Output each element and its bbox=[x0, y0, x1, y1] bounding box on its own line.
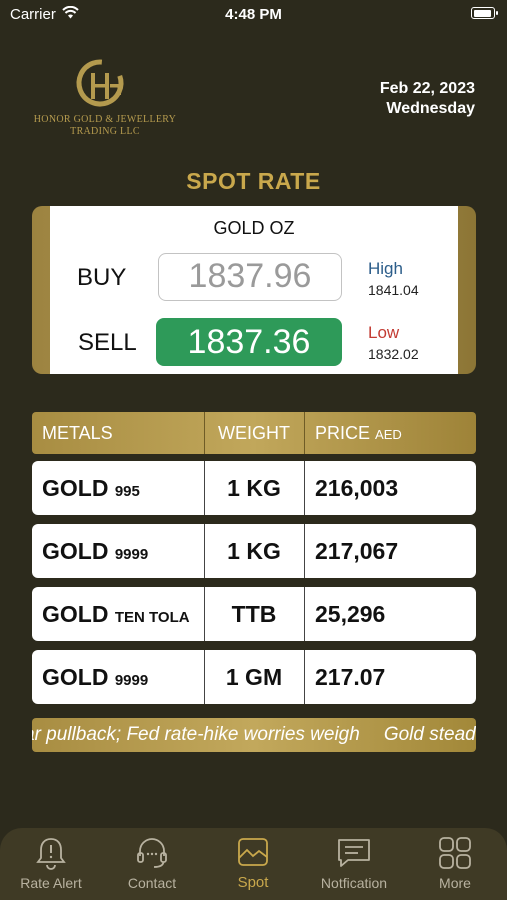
weight-cell: TTB bbox=[231, 601, 277, 627]
metal-purity: 9999 bbox=[114, 672, 149, 689]
tab-label: Notfication bbox=[320, 875, 388, 891]
metal-cell: GOLD 9999 bbox=[42, 650, 148, 704]
header-price-unit: AED bbox=[375, 427, 402, 442]
company-logo: HONOR GOLD & JEWELLERY TRADING LLC bbox=[30, 55, 180, 140]
headset-icon bbox=[137, 838, 167, 868]
spot-rate-card: GOLD OZ BUY 1837.96 SELL 1837.36 High 18… bbox=[32, 206, 476, 374]
header-price-label: PRICE bbox=[315, 423, 371, 443]
table-row: GOLD 9999 1 GM 217.07 bbox=[32, 650, 476, 704]
header-metals: METALS bbox=[42, 423, 113, 443]
low-value: 1832.02 bbox=[368, 346, 419, 362]
alert-icon bbox=[36, 838, 66, 870]
status-bar: Carrier 4:48 PM bbox=[0, 0, 507, 28]
metal-purity: 995 bbox=[114, 483, 140, 500]
grid-icon bbox=[439, 837, 471, 869]
bottom-tab-bar: Rate Alert Contact Spot Notfication More bbox=[0, 828, 507, 900]
sell-rate: 1837.36 bbox=[156, 318, 342, 366]
weight-cell: 1 KG bbox=[227, 475, 281, 501]
price-cell: 216,003 bbox=[315, 475, 399, 501]
metal-name: GOLD bbox=[42, 601, 109, 627]
message-icon bbox=[338, 839, 370, 867]
header-weight: WEIGHT bbox=[218, 423, 290, 443]
metal-name: GOLD bbox=[42, 475, 109, 501]
metal-name: GOLD bbox=[42, 538, 109, 564]
metal-name: GOLD bbox=[42, 664, 109, 690]
tab-label: Rate Alert bbox=[20, 875, 82, 891]
metal-cell: GOLD 995 bbox=[42, 461, 140, 515]
metal-purity: 9999 bbox=[114, 546, 149, 563]
price-cell: 217,067 bbox=[315, 538, 399, 564]
tab-rate-alert[interactable]: Rate Alert bbox=[1, 828, 101, 900]
high-label: High bbox=[368, 259, 403, 278]
ticker-item: Gold stead bbox=[383, 724, 476, 745]
spot-rate-title: SPOT RATE bbox=[186, 168, 321, 194]
tab-label: Spot bbox=[237, 874, 269, 891]
header-price: PRICE AED bbox=[315, 412, 402, 454]
date-day: Feb 22, 2023 bbox=[379, 80, 475, 97]
tab-more[interactable]: More bbox=[405, 828, 505, 900]
metal-purity: TEN TOLA bbox=[114, 609, 190, 626]
table-row: GOLD 995 1 KG 216,003 bbox=[32, 461, 476, 515]
buy-rate: 1837.96 bbox=[158, 253, 342, 301]
ticker-text: ar pullback; Fed rate-hike worries weigh… bbox=[32, 718, 476, 752]
battery-icon bbox=[471, 7, 498, 19]
weight-cell: 1 KG bbox=[227, 538, 281, 564]
high-value: 1841.04 bbox=[368, 282, 419, 298]
low-label: Low bbox=[368, 323, 400, 342]
table-row: GOLD 9999 1 KG 217,067 bbox=[32, 524, 476, 578]
spot-metal-label: GOLD OZ bbox=[213, 218, 295, 238]
buy-label: BUY bbox=[77, 264, 127, 291]
tab-notification[interactable]: Notfication bbox=[304, 828, 404, 900]
spot-rate-panel: GOLD OZ BUY 1837.96 SELL 1837.36 High 18… bbox=[50, 206, 458, 374]
table-header: METALS WEIGHT PRICE AED bbox=[32, 412, 476, 454]
chart-icon bbox=[238, 838, 268, 866]
tab-contact[interactable]: Contact bbox=[102, 828, 202, 900]
tab-label: More bbox=[439, 875, 471, 891]
logo-mark bbox=[76, 59, 124, 107]
status-time: 4:48 PM bbox=[225, 6, 282, 23]
logo-text-line1: HONOR GOLD & JEWELLERY bbox=[33, 114, 177, 125]
price-cell: 25,296 bbox=[315, 601, 386, 627]
tab-label: Contact bbox=[127, 875, 177, 891]
table-row: GOLD TEN TOLA TTB 25,296 bbox=[32, 587, 476, 641]
date-weekday: Wednesday bbox=[386, 100, 475, 117]
sell-label: SELL bbox=[78, 329, 137, 356]
date-display: Feb 22, 2023 Wednesday bbox=[380, 79, 475, 119]
ticker-item: ar pullback; Fed rate-hike worries weigh bbox=[32, 724, 360, 745]
news-ticker[interactable]: ar pullback; Fed rate-hike worries weigh… bbox=[32, 718, 476, 752]
metal-cell: GOLD TEN TOLA bbox=[42, 587, 190, 641]
metal-cell: GOLD 9999 bbox=[42, 524, 148, 578]
price-cell: 217.07 bbox=[315, 664, 386, 690]
tab-spot[interactable]: Spot bbox=[203, 828, 303, 900]
logo-text-line2: TRADING LLC bbox=[70, 126, 140, 137]
weight-cell: 1 GM bbox=[225, 664, 283, 690]
